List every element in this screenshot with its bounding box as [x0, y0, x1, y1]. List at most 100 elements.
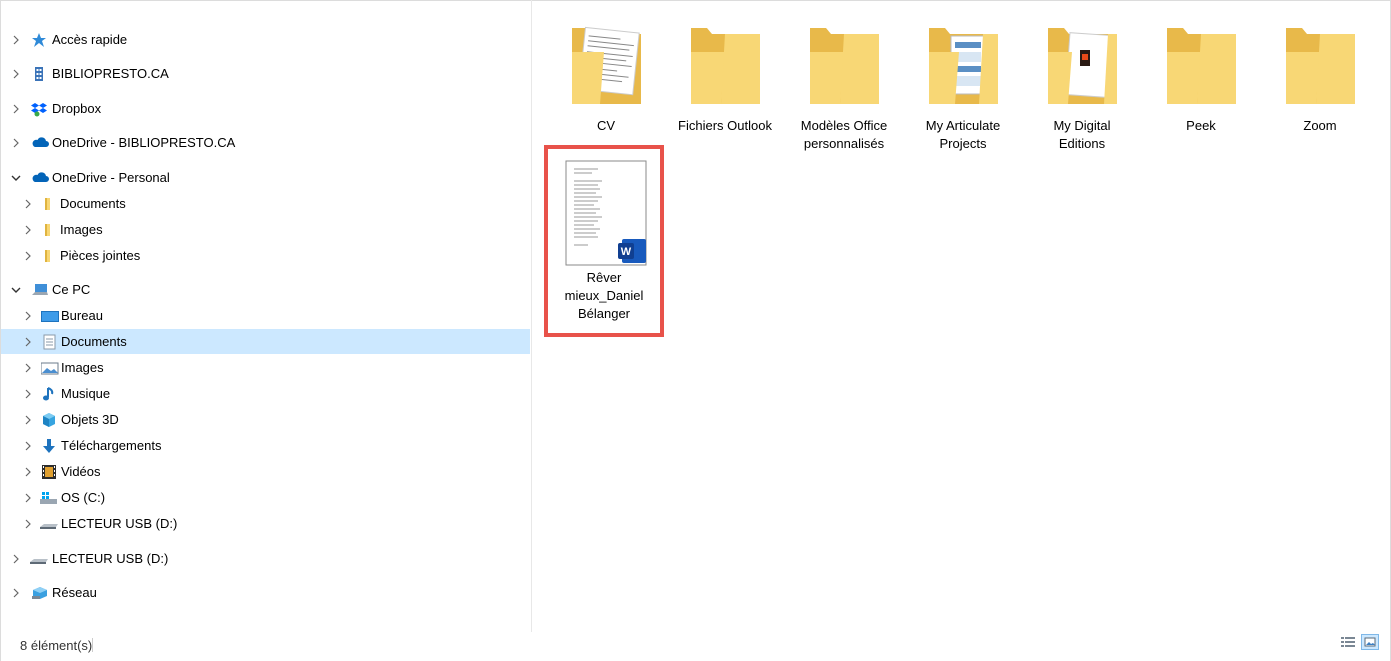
chevron-right-icon[interactable]: [23, 441, 33, 451]
nav-label: Téléchargements: [61, 438, 162, 453]
chevron-right-icon[interactable]: [11, 35, 21, 45]
chevron-right-icon[interactable]: [23, 363, 33, 373]
chevron-right-icon[interactable]: [11, 554, 21, 564]
folder-icon: [41, 248, 57, 264]
dropbox-icon: [31, 101, 47, 117]
folder-item-zoom[interactable]: Zoom: [1262, 12, 1378, 135]
nav-label: Documents: [61, 334, 127, 349]
nav-item-dropbox[interactable]: Dropbox: [1, 96, 530, 121]
folder-item-my-articulate-projects[interactable]: My Articulate Projects: [905, 12, 1021, 153]
nav-item-quick-access[interactable]: Accès rapide: [1, 27, 530, 52]
nav-label: Ce PC: [52, 282, 91, 297]
chevron-right-icon[interactable]: [23, 225, 33, 235]
chevron-right-icon[interactable]: [23, 415, 33, 425]
building-icon: [31, 66, 47, 82]
nav-label: LECTEUR USB (D:): [61, 516, 178, 531]
cloud-icon: [31, 135, 49, 151]
nav-label: OS (C:): [61, 490, 106, 505]
nav-item-images[interactable]: Images: [1, 355, 530, 380]
chevron-right-icon[interactable]: [23, 389, 33, 399]
usb-drive-icon: [29, 551, 48, 567]
documents-icon: [41, 334, 57, 350]
chevron-right-icon[interactable]: [23, 519, 33, 529]
large-icons-view-icon[interactable]: [1361, 634, 1379, 650]
nav-item-objets-3d[interactable]: Objets 3D: [1, 407, 530, 432]
folder-with-docs-icon: [572, 26, 641, 104]
item-label: My Digital Editions: [1053, 118, 1111, 151]
chevron-down-icon[interactable]: [11, 173, 21, 183]
folder-icon: [810, 28, 879, 104]
folder-with-docs-icon: [929, 28, 998, 104]
item-label: Rêver mieux_Daniel Bélanger: [564, 270, 644, 321]
item-label: Fichiers Outlook: [678, 118, 772, 133]
nav-label: Vidéos: [61, 464, 101, 479]
folder-with-docs-icon: [1048, 28, 1117, 104]
download-arrow-icon: [41, 438, 57, 454]
chevron-right-icon[interactable]: [23, 493, 33, 503]
nav-label: Réseau: [52, 585, 97, 600]
svg-text:W: W: [621, 246, 632, 258]
nav-item-os-c[interactable]: OS (C:): [1, 485, 530, 510]
nav-item-od-documents[interactable]: Documents: [1, 191, 530, 216]
nav-item-usb-d-child[interactable]: LECTEUR USB (D:): [1, 511, 530, 536]
computer-icon: [31, 282, 48, 298]
chevron-right-icon[interactable]: [11, 588, 21, 598]
chevron-right-icon[interactable]: [23, 311, 33, 321]
chevron-right-icon[interactable]: [11, 69, 21, 79]
details-view-icon[interactable]: [1339, 634, 1357, 650]
star-icon: [31, 32, 47, 48]
nav-item-od-pieces-jointes[interactable]: Pièces jointes: [1, 243, 530, 268]
nav-item-this-pc[interactable]: Ce PC: [1, 277, 530, 302]
nav-item-bureau[interactable]: Bureau: [1, 303, 530, 328]
nav-item-telechargements[interactable]: Téléchargements: [1, 433, 530, 458]
folder-item-cv[interactable]: CV: [548, 12, 664, 135]
network-icon: [31, 585, 47, 601]
folder-icon: [41, 222, 57, 238]
chevron-right-icon[interactable]: [11, 104, 21, 114]
status-bar: 8 élément(s): [0, 632, 1391, 653]
nav-label: Accès rapide: [52, 32, 128, 47]
folder-item-modeles-office[interactable]: Modèles Office personnalisés: [786, 12, 902, 153]
chevron-right-icon[interactable]: [11, 138, 21, 148]
chevron-down-icon[interactable]: [11, 285, 21, 295]
chevron-right-icon[interactable]: [23, 467, 33, 477]
folder-icon: [1167, 28, 1236, 104]
pictures-icon: [40, 360, 59, 376]
cube-icon: [41, 412, 57, 428]
item-label: Zoom: [1303, 118, 1337, 133]
folder-item-peek[interactable]: Peek: [1143, 12, 1259, 135]
chevron-right-icon[interactable]: [23, 337, 33, 347]
nav-item-od-images[interactable]: Images: [1, 217, 530, 242]
nav-item-network[interactable]: Réseau: [1, 580, 530, 605]
folder-item-my-digital-editions[interactable]: My Digital Editions: [1024, 12, 1140, 153]
pane-splitter[interactable]: [531, 0, 532, 632]
nav-label: BIBLIOPRESTO.CA: [52, 66, 169, 81]
folder-icon: [1286, 28, 1355, 104]
chevron-right-icon[interactable]: [23, 251, 33, 261]
item-label: Modèles Office personnalisés: [800, 118, 888, 151]
nav-label: LECTEUR USB (D:): [52, 551, 169, 566]
nav-label: Objets 3D: [61, 412, 119, 427]
nav-item-videos[interactable]: Vidéos: [1, 459, 530, 484]
nav-label: Pièces jointes: [60, 248, 141, 263]
nav-item-documents-selected[interactable]: Documents: [1, 329, 530, 354]
word-document-icon: W: [565, 160, 647, 266]
nav-label: OneDrive - BIBLIOPRESTO.CA: [52, 135, 236, 150]
drive-icon: [39, 490, 57, 506]
item-label: CV: [596, 118, 616, 133]
nav-item-usb-d[interactable]: LECTEUR USB (D:): [1, 546, 530, 571]
nav-item-onedrive-bibliopresto[interactable]: OneDrive - BIBLIOPRESTO.CA: [1, 130, 530, 155]
nav-label: Dropbox: [52, 101, 102, 116]
desktop-icon: [41, 308, 59, 324]
item-label: Peek: [1186, 118, 1216, 133]
item-label: My Articulate Projects: [925, 118, 1001, 151]
nav-label: Musique: [61, 386, 111, 401]
nav-item-bibliopresto[interactable]: BIBLIOPRESTO.CA: [1, 61, 530, 86]
cloud-icon: [31, 170, 49, 186]
chevron-right-icon[interactable]: [23, 199, 33, 209]
nav-item-onedrive-personal[interactable]: OneDrive - Personal: [1, 165, 530, 190]
folder-item-fichiers-outlook[interactable]: Fichiers Outlook: [667, 12, 783, 135]
navigation-pane: Accès rapide BIBLIOPRESTO.CA Dropbox One…: [1, 12, 531, 632]
nav-item-musique[interactable]: Musique: [1, 381, 530, 406]
file-item-rever-mieux-daniel-belanger[interactable]: W Rêver mieux_Daniel Bélanger: [544, 145, 664, 337]
